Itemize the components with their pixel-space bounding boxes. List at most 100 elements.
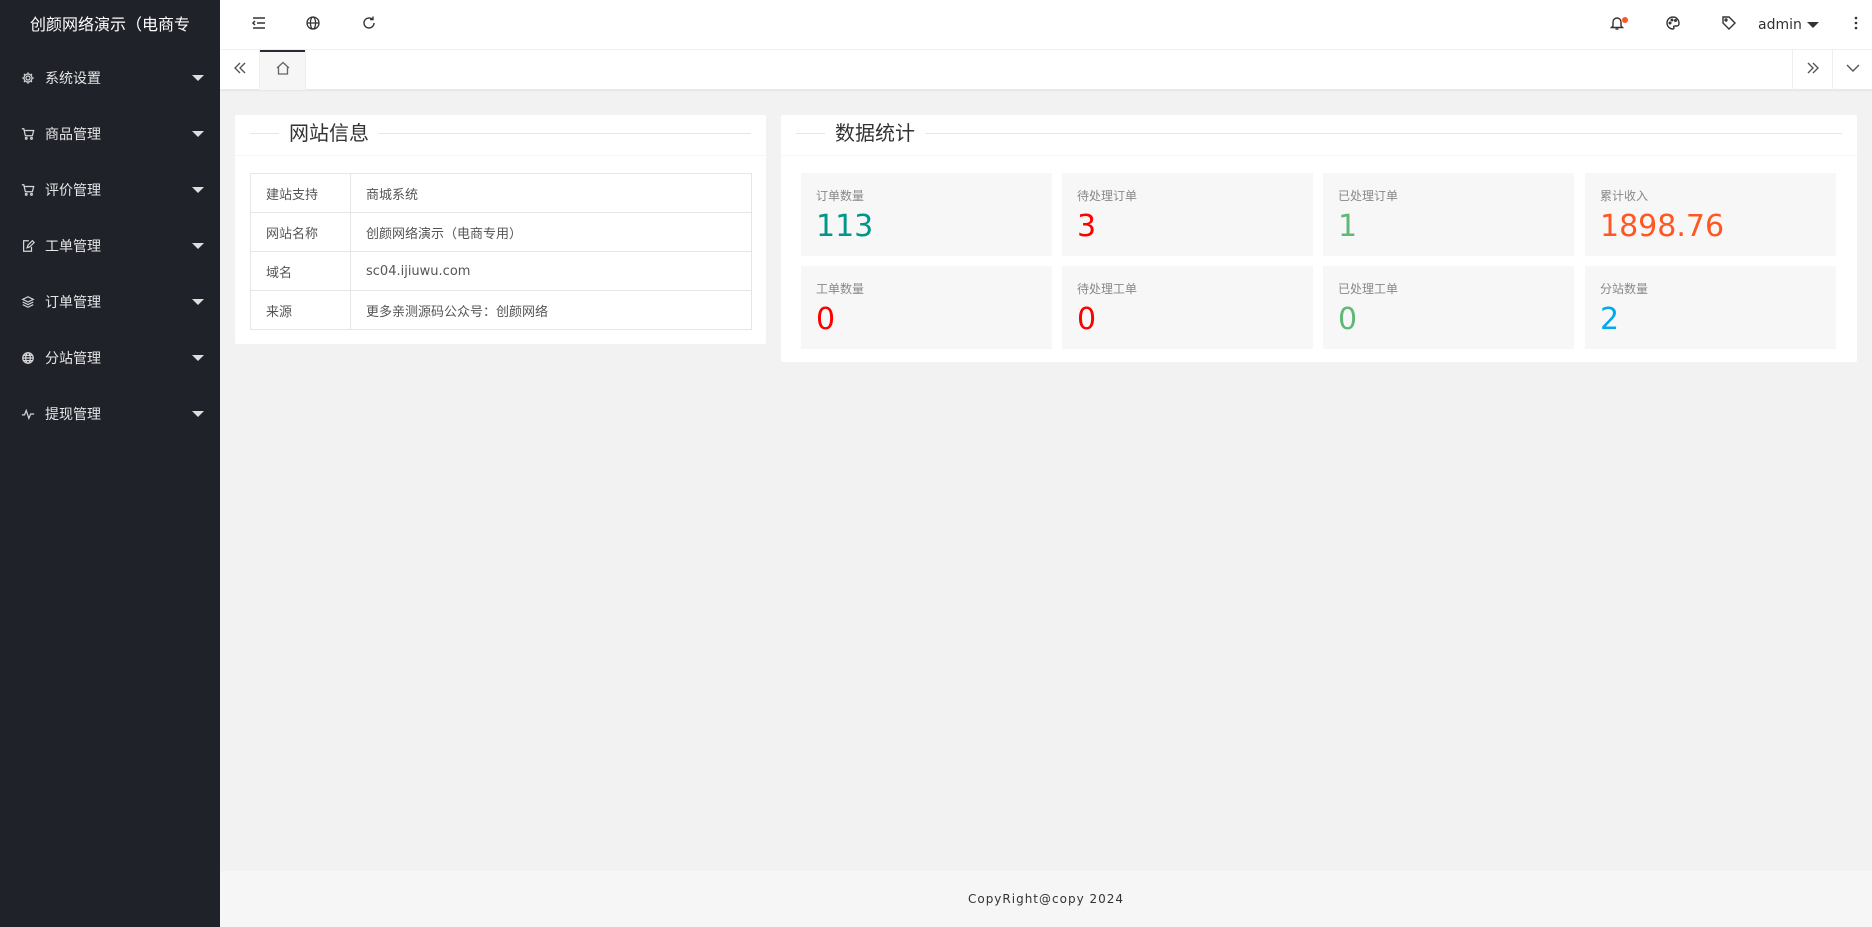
double-chevron-right-icon [1805, 60, 1821, 80]
stat-order-count[interactable]: 订单数量 113 [801, 173, 1052, 256]
sidebar-item-label: 系统设置 [45, 71, 101, 87]
stat-label: 工单数量 [816, 282, 865, 296]
sidebar-item-orders[interactable]: 订单管理 [0, 274, 220, 330]
refresh-button[interactable] [344, 0, 394, 50]
double-chevron-left-icon [232, 60, 248, 80]
sidebar-item-tickets[interactable]: 工单管理 [0, 218, 220, 274]
cart-icon [20, 182, 36, 198]
table-key: 来源 [250, 290, 351, 330]
table-key: 域名 [250, 251, 351, 291]
top-header: admin [220, 0, 1872, 50]
caret-down-icon [192, 411, 204, 417]
tabs-bar [220, 50, 1872, 90]
stat-label: 分站数量 [1600, 282, 1649, 296]
stat-label: 累计收入 [1600, 189, 1649, 203]
tag-icon [1721, 15, 1737, 35]
tabs-dropdown-button[interactable] [1832, 50, 1872, 90]
site-info-panel: 网站信息 建站支持 商城系统 网站名称 创颜网络演示（电商专用） 域名 sc04… [235, 115, 766, 344]
caret-down-icon [192, 75, 204, 81]
menu-toggle-button[interactable] [234, 0, 284, 50]
table-value: sc04.ijiuwu.com [350, 251, 752, 291]
sidebar-item-substations[interactable]: 分站管理 [0, 330, 220, 386]
panel-title: 数据统计 [825, 122, 925, 144]
caret-down-icon [192, 131, 204, 137]
table-value: 商城系统 [350, 173, 752, 213]
stat-substation-count[interactable]: 分站数量 2 [1585, 266, 1836, 349]
palette-icon [1665, 15, 1681, 35]
pulse-icon [20, 406, 36, 422]
theme-button[interactable] [1648, 0, 1698, 50]
tabs-scroll-left-button[interactable] [220, 50, 260, 90]
tab-home[interactable] [260, 50, 306, 90]
table-row: 网站名称 创颜网络演示（电商专用） [250, 212, 752, 252]
notice-button[interactable] [1592, 0, 1642, 50]
user-menu[interactable]: admin [1758, 0, 1819, 50]
sidebar-item-products[interactable]: 商品管理 [0, 106, 220, 162]
caret-down-icon [192, 355, 204, 361]
tag-button[interactable] [1704, 0, 1754, 50]
cart-icon [20, 126, 36, 142]
sidebar-item-label: 商品管理 [45, 127, 101, 143]
layers-icon [20, 294, 36, 310]
notice-badge [1622, 17, 1628, 23]
stat-label: 订单数量 [816, 189, 865, 203]
more-button[interactable] [1840, 0, 1872, 50]
sidebar: 创颜网络演示（电商专 系统设置 商品管理 评价管理 工单管理 订单管理 分站管理… [0, 0, 220, 927]
website-button[interactable] [288, 0, 338, 50]
sidebar-item-label: 工单管理 [45, 239, 101, 255]
more-vertical-icon [1848, 15, 1864, 35]
home-icon [275, 60, 291, 80]
sidebar-item-label: 分站管理 [45, 351, 101, 367]
table-row: 来源 更多亲测源码公众号：创颜网络 [250, 290, 752, 330]
stat-processed-orders[interactable]: 已处理订单 1 [1323, 173, 1574, 256]
stat-value: 1898.76 [1600, 209, 1725, 244]
table-value: 创颜网络演示（电商专用） [350, 212, 752, 252]
sidebar-item-system-settings[interactable]: 系统设置 [0, 50, 220, 106]
gear-icon [20, 70, 36, 86]
stat-value: 0 [1077, 302, 1097, 337]
caret-down-icon [192, 243, 204, 249]
chevron-down-icon [1845, 60, 1861, 80]
stat-pending-orders[interactable]: 待处理订单 3 [1062, 173, 1313, 256]
stat-value: 2 [1600, 302, 1620, 337]
edit-icon [20, 238, 36, 254]
table-key: 建站支持 [250, 173, 351, 213]
stat-value: 0 [1338, 302, 1358, 337]
sidebar-menu: 系统设置 商品管理 评价管理 工单管理 订单管理 分站管理 提现管理 [0, 50, 220, 442]
username: admin [1758, 17, 1802, 33]
stat-label: 已处理订单 [1338, 189, 1399, 203]
stat-value: 0 [816, 302, 836, 337]
sidebar-item-label: 提现管理 [45, 407, 101, 423]
site-info-table: 建站支持 商城系统 网站名称 创颜网络演示（电商专用） 域名 sc04.ijiu… [250, 173, 752, 330]
panel-title-line: 网站信息 [250, 122, 751, 144]
footer: CopyRight@copy 2024 [220, 871, 1872, 927]
stats-panel: 数据统计 订单数量 113 待处理订单 3 已处理订单 1 累计收入 1898.… [781, 115, 1857, 362]
globe-icon [20, 350, 36, 366]
refresh-icon [361, 15, 377, 35]
table-key: 网站名称 [250, 212, 351, 252]
sidebar-item-reviews[interactable]: 评价管理 [0, 162, 220, 218]
caret-down-icon [192, 187, 204, 193]
stat-value: 3 [1077, 209, 1097, 244]
stat-value: 1 [1338, 209, 1358, 244]
sidebar-item-withdrawals[interactable]: 提现管理 [0, 386, 220, 442]
stat-ticket-count[interactable]: 工单数量 0 [801, 266, 1052, 349]
stat-label: 已处理工单 [1338, 282, 1399, 296]
globe-icon [305, 15, 321, 35]
app-logo[interactable]: 创颜网络演示（电商专 [0, 0, 220, 50]
table-row: 建站支持 商城系统 [250, 173, 752, 213]
stat-pending-tickets[interactable]: 待处理工单 0 [1062, 266, 1313, 349]
stat-value: 113 [816, 209, 874, 244]
sidebar-item-label: 评价管理 [45, 183, 101, 199]
menu-fold-icon [251, 15, 267, 35]
panel-title: 网站信息 [279, 122, 379, 144]
caret-down-icon [192, 299, 204, 305]
stat-total-income[interactable]: 累计收入 1898.76 [1585, 173, 1836, 256]
sidebar-item-label: 订单管理 [45, 295, 101, 311]
panel-title-line: 数据统计 [796, 122, 1842, 144]
stat-processed-tickets[interactable]: 已处理工单 0 [1323, 266, 1574, 349]
tabs-scroll-right-button[interactable] [1792, 50, 1832, 90]
stat-label: 待处理订单 [1077, 189, 1138, 203]
copyright-text: CopyRight@copy 2024 [967, 892, 1125, 906]
caret-down-icon [1806, 22, 1819, 28]
